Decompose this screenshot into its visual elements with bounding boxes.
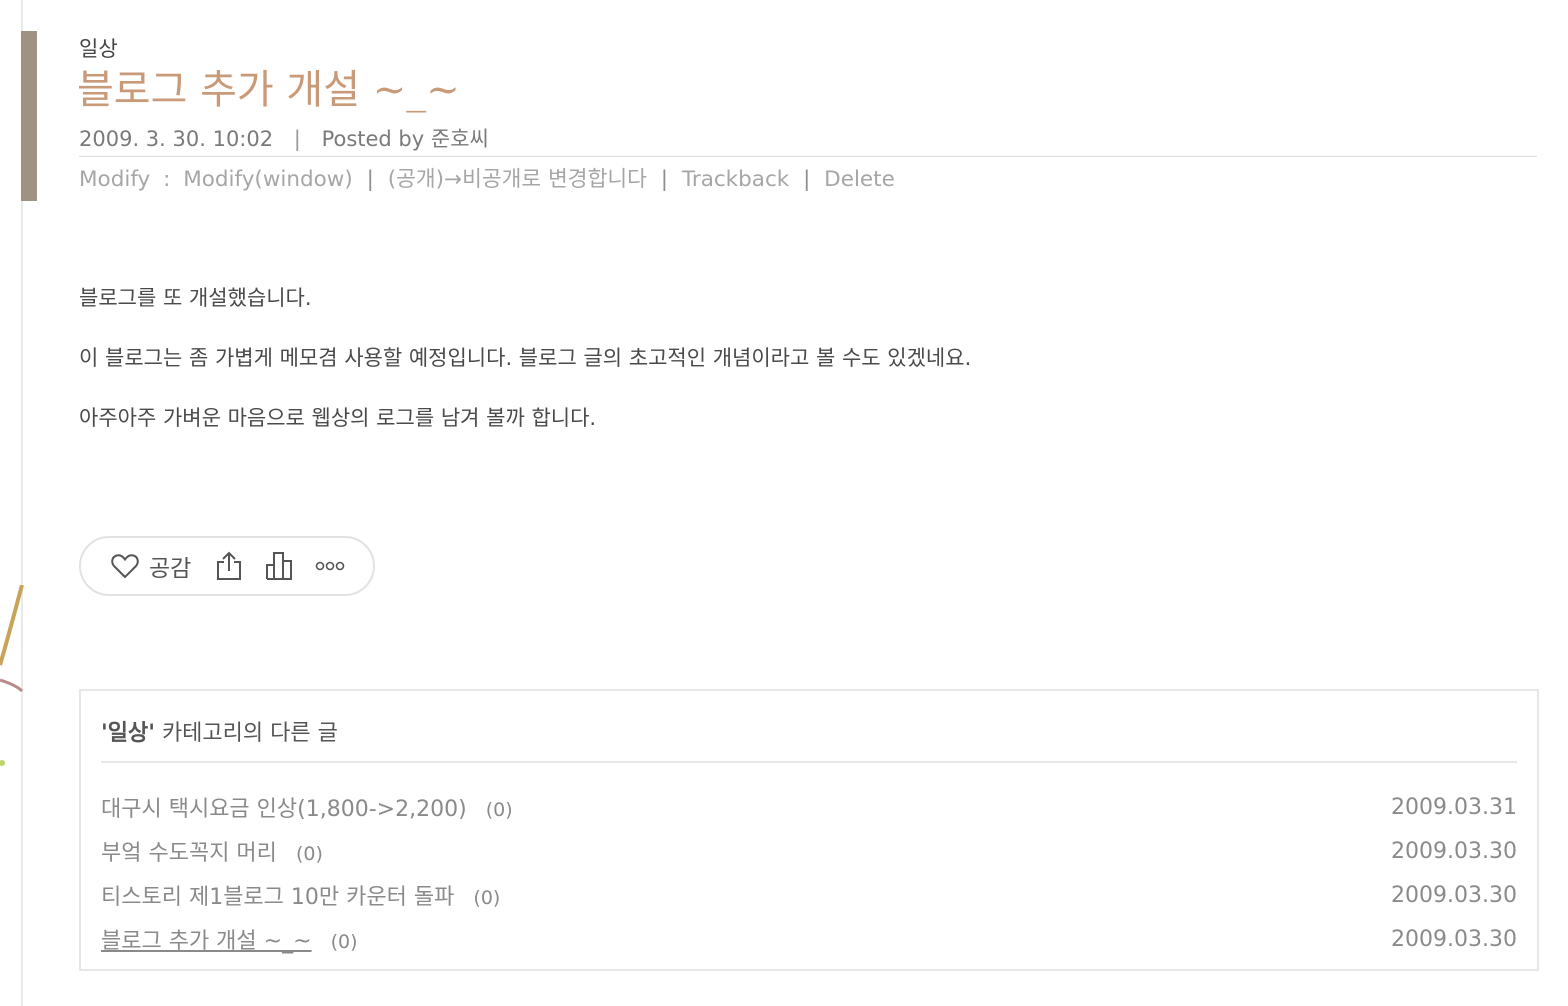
post-accent-bar xyxy=(21,31,37,201)
related-post-date: 2009.03.30 xyxy=(1391,838,1517,864)
share-icon xyxy=(215,551,243,581)
heart-icon xyxy=(111,553,139,579)
comment-count: (0) xyxy=(485,799,513,821)
related-posts-title: '일상' 카테고리의 다른 글 xyxy=(101,719,1517,763)
related-post-date: 2009.03.30 xyxy=(1391,882,1517,908)
modify-window-link[interactable]: Modify(window) xyxy=(183,167,353,192)
related-posts: '일상' 카테고리의 다른 글 대구시 택시요금 인상(1,800->2,200… xyxy=(79,689,1539,971)
related-title-rest: 카테고리의 다른 글 xyxy=(154,721,338,746)
related-post-link[interactable]: 티스토리 제1블로그 10만 카운터 돌파 xyxy=(101,885,454,910)
post-meta: 2009. 3. 30. 10:02 | Posted by 준호씨 xyxy=(79,124,1537,157)
meta-separator: | xyxy=(293,127,301,151)
actions-bar: | xyxy=(803,167,811,192)
list-item: 티스토리 제1블로그 10만 카운터 돌파 (0) 2009.03.30 xyxy=(101,873,1517,917)
post-body: 블로그를 또 개설했습니다. 이 블로그는 좀 가볍게 메모겸 사용할 예정입니… xyxy=(79,283,1539,433)
admin-actions: Modify : Modify(window) | (공개)→비공개로 변경합니… xyxy=(79,163,1539,197)
related-post-link-current[interactable]: 블로그 추가 개설 ~_~ xyxy=(101,929,312,954)
comment-count: (0) xyxy=(473,887,501,909)
actions-bar: | xyxy=(660,167,669,192)
like-button[interactable]: 공감 xyxy=(111,549,191,583)
related-category-name: '일상' xyxy=(101,721,155,746)
list-item: 대구시 택시요금 인상(1,800->2,200) (0) 2009.03.31 xyxy=(101,785,1517,829)
comment-count: (0) xyxy=(296,843,323,865)
body-paragraph: 블로그를 또 개설했습니다. xyxy=(79,286,312,310)
reaction-bar: 공감 xyxy=(79,536,375,596)
more-icon xyxy=(315,560,345,572)
post-category[interactable]: 일상 xyxy=(79,36,1539,62)
related-post-link[interactable]: 대구시 택시요금 인상(1,800->2,200) xyxy=(101,797,467,822)
visibility-toggle-link[interactable]: (공개)→비공개로 변경합니다 xyxy=(388,167,647,192)
body-paragraph: 이 블로그는 좀 가볍게 메모겸 사용할 예정입니다. 블로그 글의 초고적인 … xyxy=(79,346,972,370)
comment-count: (0) xyxy=(330,931,358,953)
related-post-date: 2009.03.31 xyxy=(1391,794,1517,820)
delete-link[interactable]: Delete xyxy=(824,167,895,192)
stats-button[interactable] xyxy=(265,551,293,581)
list-item: 블로그 추가 개설 ~_~ (0) 2009.03.30 xyxy=(101,917,1517,961)
share-button[interactable] xyxy=(215,551,243,581)
actions-colon: : xyxy=(163,167,171,192)
trackback-link[interactable]: Trackback xyxy=(682,167,789,192)
decorative-flower-stem-icon xyxy=(0,585,24,766)
stats-icon xyxy=(265,551,293,581)
post-author[interactable]: 준호씨 xyxy=(431,127,489,151)
posted-by-label: Posted by xyxy=(321,127,425,151)
actions-bar: | xyxy=(366,167,374,192)
list-item: 부엌 수도꼭지 머리 (0) 2009.03.30 xyxy=(101,829,1517,873)
modify-link[interactable]: Modify xyxy=(79,167,150,192)
more-button[interactable] xyxy=(315,560,345,572)
post-date: 2009. 3. 30. 10:02 xyxy=(79,127,274,151)
related-post-link[interactable]: 부엌 수도꼭지 머리 xyxy=(101,841,277,866)
like-label: 공감 xyxy=(149,556,192,582)
body-paragraph: 아주아주 가벼운 마음으로 웹상의 로그를 남겨 볼까 합니다. xyxy=(79,406,597,430)
related-posts-list: 대구시 택시요금 인상(1,800->2,200) (0) 2009.03.31… xyxy=(101,785,1517,961)
post: 일상 블로그 추가 개설 ~_~ 2009. 3. 30. 10:02 | Po… xyxy=(77,36,1539,971)
post-title[interactable]: 블로그 추가 개설 ~_~ xyxy=(77,64,1539,116)
related-post-date: 2009.03.30 xyxy=(1391,926,1517,952)
